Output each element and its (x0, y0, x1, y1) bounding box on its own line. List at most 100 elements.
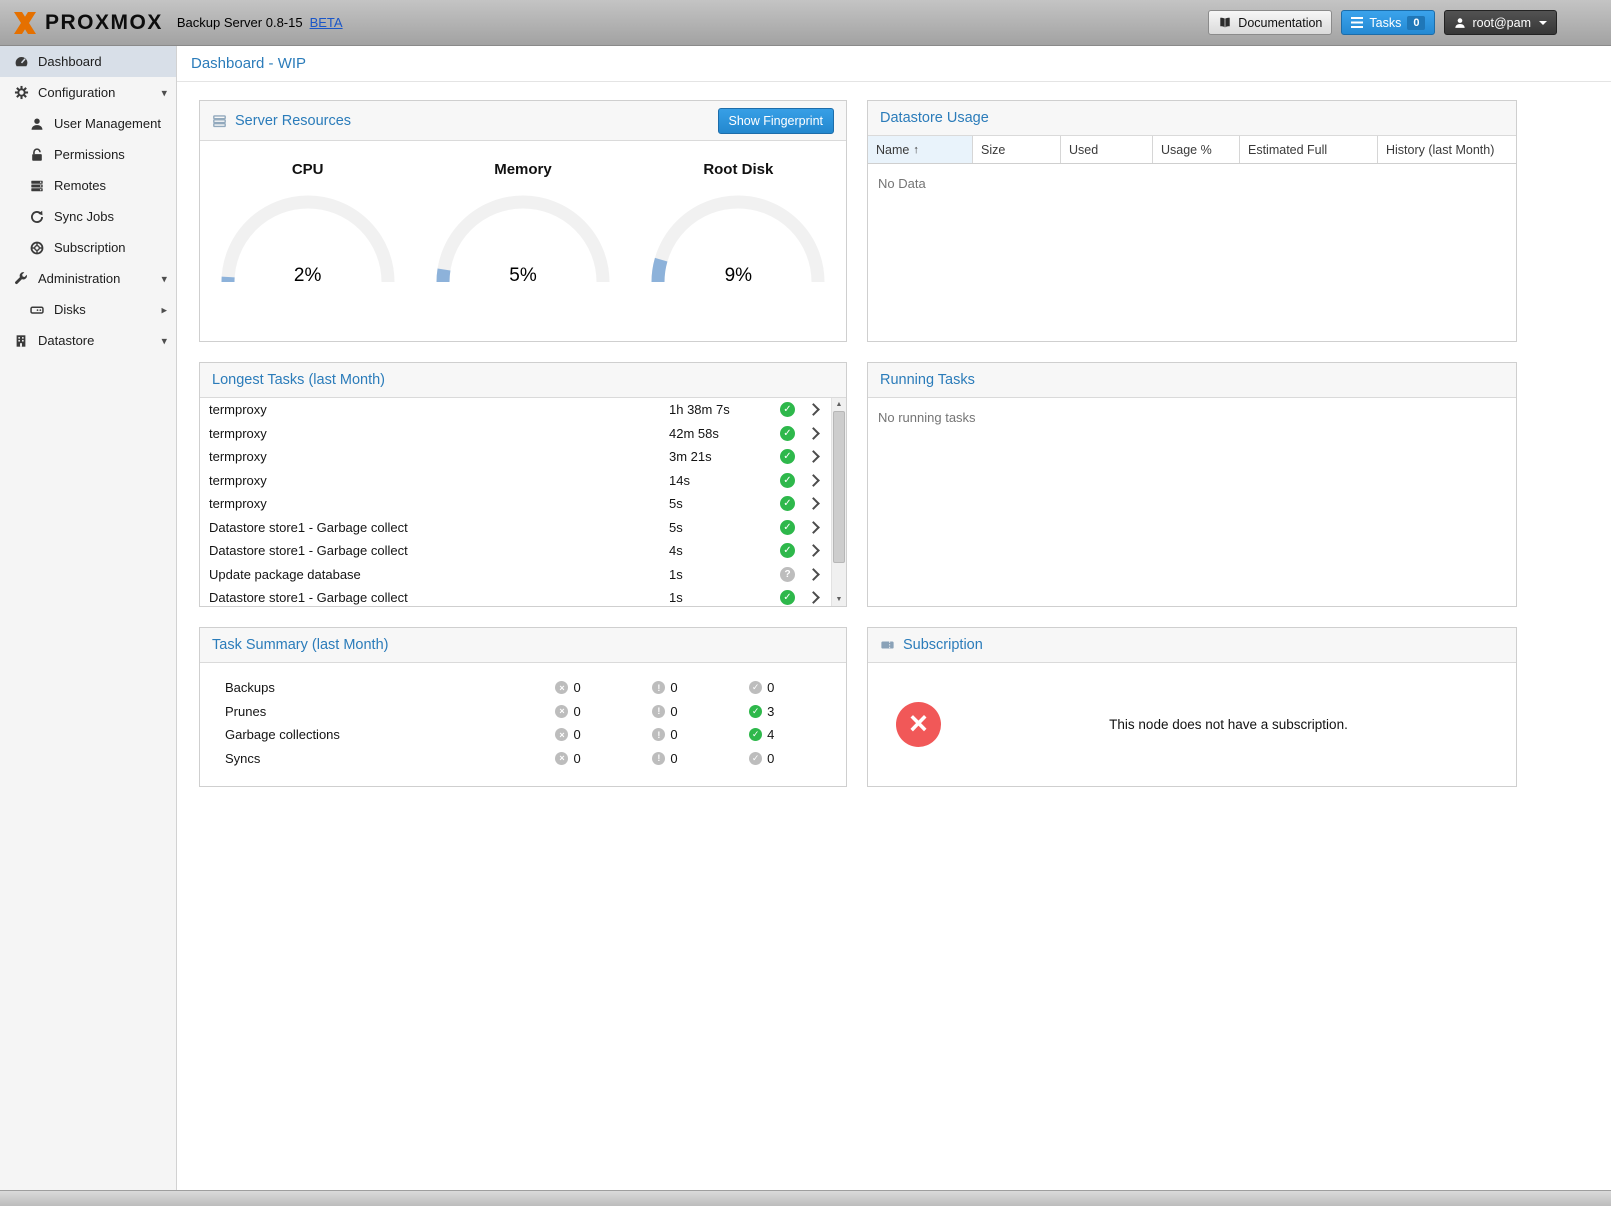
error-stat[interactable]: 0 (555, 727, 652, 742)
tasks-button[interactable]: Tasks 0 (1341, 10, 1435, 35)
sidebar-item-subscription[interactable]: Subscription (0, 232, 176, 263)
task-row[interactable]: Update package database 1s (200, 563, 831, 587)
chevron-right-icon[interactable] (795, 523, 831, 532)
error-circle-icon (555, 752, 568, 765)
ok-stat[interactable]: 0 (749, 680, 846, 695)
error-stat[interactable]: 0 (555, 704, 652, 719)
server-resources-header: Server Resources Show Fingerprint (200, 101, 846, 141)
running-tasks-panel: Running Tasks No running tasks (867, 362, 1517, 607)
chevron-right-icon[interactable] (795, 405, 831, 414)
summary-label: Prunes (225, 704, 555, 719)
status-ok-icon (780, 590, 795, 605)
warning-stat[interactable]: 0 (652, 680, 749, 695)
sidebar-item-remotes[interactable]: Remotes (0, 170, 176, 201)
scroll-down-arrow[interactable]: ▼ (832, 593, 846, 606)
sidebar-item-datastore[interactable]: Datastore ▾ (0, 325, 176, 356)
ok-stat[interactable]: 3 (749, 704, 846, 719)
task-row[interactable]: Datastore store1 - Garbage collect 1s (200, 586, 831, 606)
column-header-usage[interactable]: Usage % (1153, 136, 1240, 163)
scrollbar-thumb[interactable] (833, 411, 845, 563)
task-summary-header: Task Summary (last Month) (200, 628, 846, 663)
sidebar-item-user-management[interactable]: User Management (0, 108, 176, 139)
chevron-right-icon[interactable] (795, 546, 831, 555)
ticket-icon (880, 638, 895, 652)
caret-down-icon (1539, 21, 1547, 25)
summary-row-backups: Backups 0 0 0 (200, 676, 846, 700)
task-duration: 4s (669, 543, 780, 558)
chevron-right-icon[interactable] (795, 570, 831, 579)
task-row[interactable]: termproxy 5s (200, 492, 831, 516)
sidebar-item-label: User Management (54, 116, 161, 131)
chevron-down-icon[interactable]: ▾ (161, 334, 167, 347)
task-row[interactable]: Datastore store1 - Garbage collect 4s (200, 539, 831, 563)
beta-link[interactable]: BETA (310, 15, 343, 30)
sidebar-item-sync-jobs[interactable]: Sync Jobs (0, 201, 176, 232)
bottom-splitter[interactable] (0, 1190, 1611, 1206)
column-header-estimated-full[interactable]: Estimated Full (1240, 136, 1378, 163)
chevron-down-icon[interactable]: ▾ (161, 86, 167, 99)
warning-count: 0 (670, 704, 677, 719)
sidebar-item-dashboard[interactable]: Dashboard (0, 46, 176, 77)
chevron-right-icon[interactable] (795, 499, 831, 508)
task-name: Datastore store1 - Garbage collect (209, 590, 669, 605)
task-name: termproxy (209, 449, 669, 464)
book-icon (1218, 16, 1232, 29)
panel-title: Longest Tasks (last Month) (212, 372, 385, 388)
column-header-size[interactable]: Size (973, 136, 1061, 163)
sidebar-item-label: Configuration (38, 85, 115, 100)
scrollbar[interactable]: ▲ ▼ (831, 398, 846, 606)
ok-stat[interactable]: 4 (749, 727, 846, 742)
warning-stat[interactable]: 0 (652, 704, 749, 719)
chevron-right-icon[interactable] (795, 429, 831, 438)
scroll-up-arrow[interactable]: ▲ (832, 398, 846, 411)
building-icon (12, 334, 30, 348)
ok-count: 3 (767, 704, 774, 719)
ok-stat[interactable]: 0 (749, 751, 846, 766)
error-stat[interactable]: 0 (555, 751, 652, 766)
sidebar-item-administration[interactable]: Administration ▾ (0, 263, 176, 294)
chevron-right-icon[interactable]: ▸ (161, 303, 167, 316)
chevron-right-icon[interactable] (795, 476, 831, 485)
task-row[interactable]: termproxy 42m 58s (200, 422, 831, 446)
task-row[interactable]: termproxy 14s (200, 469, 831, 493)
sidebar-item-configuration[interactable]: Configuration ▾ (0, 77, 176, 108)
sidebar: Dashboard Configuration ▾ User Managemen… (0, 46, 177, 1190)
task-duration: 5s (669, 520, 780, 535)
task-name: termproxy (209, 402, 669, 417)
warning-stat[interactable]: 0 (652, 751, 749, 766)
warning-stat[interactable]: 0 (652, 727, 749, 742)
longest-tasks-panel: Longest Tasks (last Month) termproxy 1h … (199, 362, 847, 607)
proxmox-logo: PROXMOX (12, 10, 163, 36)
error-circle-icon (555, 728, 568, 741)
task-name: Update package database (209, 567, 669, 582)
chevron-down-icon[interactable]: ▾ (161, 272, 167, 285)
gauge-value: 2% (218, 265, 398, 287)
show-fingerprint-button[interactable]: Show Fingerprint (718, 108, 835, 134)
sidebar-item-label: Permissions (54, 147, 125, 162)
sidebar-item-label: Sync Jobs (54, 209, 114, 224)
column-header-name[interactable]: Name ↑ (868, 136, 973, 163)
documentation-button[interactable]: Documentation (1208, 10, 1332, 35)
task-row[interactable]: Datastore store1 - Garbage collect 5s (200, 516, 831, 540)
status-ok-icon (780, 473, 795, 488)
task-duration: 42m 58s (669, 426, 780, 441)
task-row[interactable]: termproxy 3m 21s (200, 445, 831, 469)
task-row[interactable]: termproxy 1h 38m 7s (200, 398, 831, 422)
error-count: 0 (573, 680, 580, 695)
user-menu-button[interactable]: root@pam (1444, 10, 1557, 35)
chevron-right-icon[interactable] (795, 593, 831, 602)
sidebar-item-permissions[interactable]: Permissions (0, 139, 176, 170)
sidebar-item-disks[interactable]: Disks ▸ (0, 294, 176, 325)
column-header-used[interactable]: Used (1061, 136, 1153, 163)
task-name: termproxy (209, 496, 669, 511)
column-header-history[interactable]: History (last Month) (1378, 136, 1516, 163)
panel-title: Running Tasks (880, 372, 975, 388)
sidebar-item-label: Datastore (38, 333, 94, 348)
task-duration: 1h 38m 7s (669, 402, 780, 417)
chevron-right-icon[interactable] (795, 452, 831, 461)
server-bars-icon (212, 114, 227, 128)
proxmox-x-icon (12, 10, 38, 36)
error-stat[interactable]: 0 (555, 680, 652, 695)
server-icon (28, 179, 46, 193)
no-data-text: No Data (868, 164, 1516, 203)
